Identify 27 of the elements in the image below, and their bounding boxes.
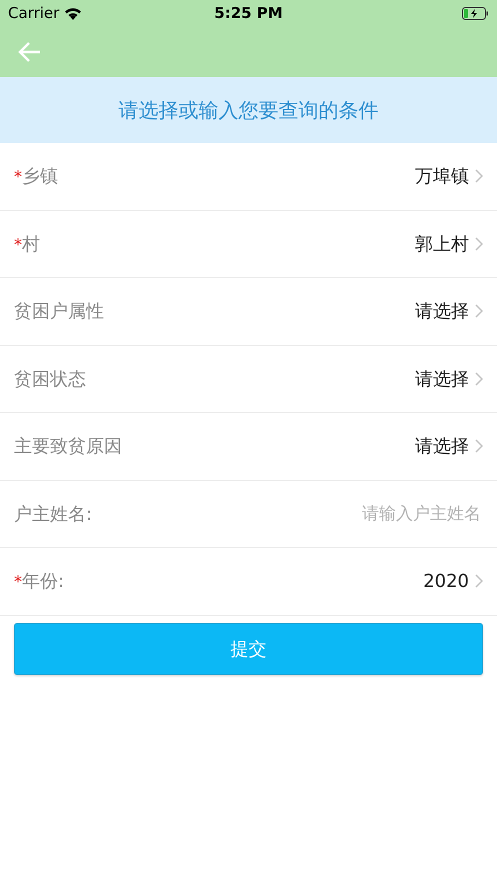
chevron-icon bbox=[475, 169, 483, 184]
select-field[interactable]: 请选择 bbox=[415, 366, 483, 391]
required-mark: * bbox=[14, 234, 22, 254]
select-field[interactable]: 2020 bbox=[423, 570, 483, 592]
select-field[interactable]: 请选择 bbox=[415, 434, 483, 458]
select-field[interactable]: 万埠镇 bbox=[415, 164, 483, 188]
chevron-icon bbox=[475, 304, 483, 318]
chevron-icon bbox=[475, 236, 483, 251]
chevron-icon bbox=[475, 574, 483, 588]
field-label: 户主姓名: bbox=[14, 502, 92, 526]
field-label: 主要致贫原因 bbox=[14, 435, 122, 458]
field-label: 乡镇 bbox=[22, 165, 58, 188]
field-label: 贫困户属性 bbox=[14, 300, 104, 324]
clock-time: 5:25 PM bbox=[214, 4, 283, 22]
wifi-icon bbox=[64, 6, 82, 20]
chevron-icon bbox=[475, 372, 483, 386]
required-mark: * bbox=[14, 572, 22, 592]
field-label: 贫困状态 bbox=[14, 368, 86, 391]
chevron-icon bbox=[475, 439, 483, 454]
select-field[interactable]: 请选择 bbox=[415, 299, 483, 324]
required-mark: * bbox=[14, 167, 22, 186]
banner-text: 请选择或输入您要查询的条件 bbox=[118, 96, 378, 124]
carrier-name: Carrier bbox=[8, 4, 60, 22]
select-field[interactable]: 郭上村 bbox=[415, 232, 483, 256]
battery-icon bbox=[462, 6, 489, 20]
field-label: 年份: bbox=[22, 570, 64, 594]
field-label: 村 bbox=[22, 232, 40, 256]
